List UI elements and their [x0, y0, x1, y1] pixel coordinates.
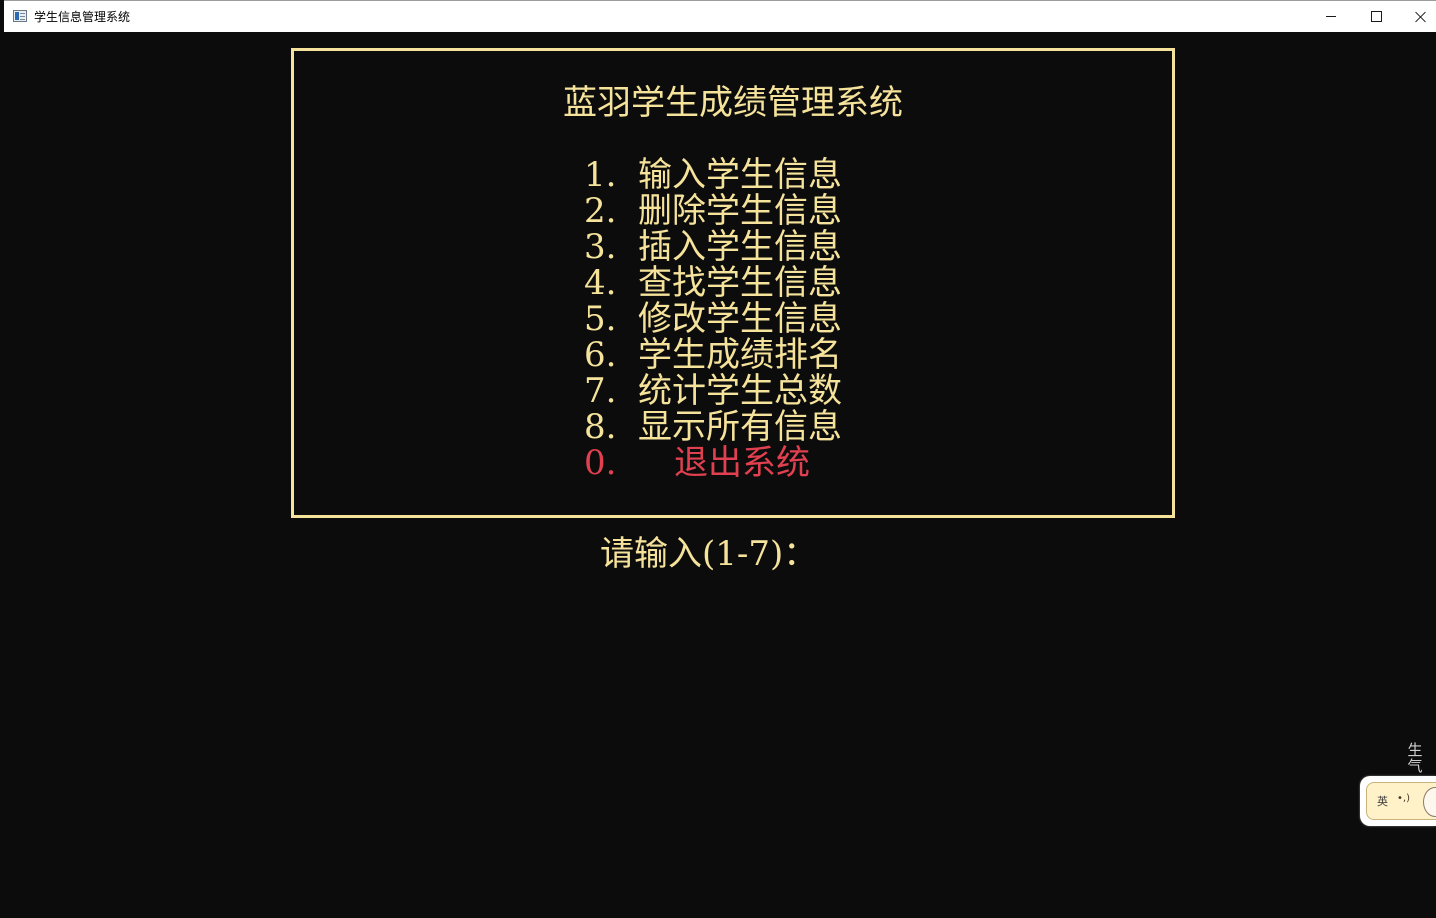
- menu-item-rank: 6. 学生成绩排名: [584, 337, 984, 373]
- window-title: 学生信息管理系统: [34, 10, 131, 24]
- title-bar[interactable]: 学生信息管理系统: [4, 0, 1436, 32]
- menu-item-label: 退出系统: [674, 443, 810, 483]
- menu-item-label: 统计学生总数: [638, 371, 842, 411]
- menu-item-label: 删除学生信息: [638, 191, 842, 231]
- close-button[interactable]: [1398, 1, 1436, 32]
- menu-item-search: 4. 查找学生信息: [584, 265, 984, 301]
- console-window: 学生信息管理系统 蓝羽学生成绩管理系统 1. 输入学生信息 2. 删除学生信息: [0, 0, 1436, 918]
- menu-item-number: 4.: [584, 263, 617, 303]
- maximize-button[interactable]: [1353, 1, 1399, 32]
- ime-emoticon: •,): [1397, 793, 1410, 804]
- menu-item-number: 0.: [584, 443, 617, 483]
- console-area[interactable]: 蓝羽学生成绩管理系统 1. 输入学生信息 2. 删除学生信息 3. 插入学生信息…: [4, 32, 1436, 918]
- menu-item-insert: 3. 插入学生信息: [584, 229, 984, 265]
- input-prompt: 请输入(1-7)：: [600, 534, 818, 574]
- menu-item-number: 8.: [584, 407, 617, 447]
- menu-item-label: 输入学生信息: [638, 155, 842, 195]
- minimize-button[interactable]: [1308, 1, 1354, 32]
- menu-item-show-all: 8. 显示所有信息: [584, 409, 984, 445]
- console-app-icon: [13, 10, 27, 22]
- menu-item-label: 学生成绩排名: [638, 335, 842, 375]
- ime-float-text: 生气: [1407, 741, 1423, 775]
- menu-box: 蓝羽学生成绩管理系统 1. 输入学生信息 2. 删除学生信息 3. 插入学生信息…: [291, 48, 1175, 518]
- ime-mascot-icon: [1423, 787, 1436, 817]
- menu-item-modify: 5. 修改学生信息: [584, 301, 984, 337]
- close-icon: [1415, 11, 1427, 23]
- menu-item-label: 插入学生信息: [638, 227, 842, 267]
- ime-toolbar[interactable]: 英 •,): [1360, 776, 1436, 826]
- menu-list: 1. 输入学生信息 2. 删除学生信息 3. 插入学生信息 4. 查找学生信息 …: [584, 157, 984, 481]
- maximize-icon: [1370, 11, 1382, 22]
- menu-title: 蓝羽学生成绩管理系统: [563, 83, 903, 123]
- menu-item-input: 1. 输入学生信息: [584, 157, 984, 193]
- menu-item-label: 修改学生信息: [638, 299, 842, 339]
- menu-item-number: 2.: [584, 191, 617, 231]
- ime-language-toggle[interactable]: 英: [1377, 793, 1388, 809]
- menu-item-delete: 2. 删除学生信息: [584, 193, 984, 229]
- menu-item-number: 7.: [584, 371, 617, 411]
- menu-item-number: 3.: [584, 227, 617, 267]
- menu-item-number: 6.: [584, 335, 617, 375]
- minimize-icon: [1326, 16, 1336, 17]
- menu-item-exit: 0. 退出系统: [584, 445, 984, 481]
- menu-item-count: 7. 统计学生总数: [584, 373, 984, 409]
- menu-item-number: 1.: [584, 155, 617, 195]
- menu-item-number: 5.: [584, 299, 617, 339]
- menu-item-label: 显示所有信息: [638, 407, 842, 447]
- menu-item-label: 查找学生信息: [638, 263, 842, 303]
- ime-status-panel[interactable]: 英 •,): [1366, 782, 1436, 820]
